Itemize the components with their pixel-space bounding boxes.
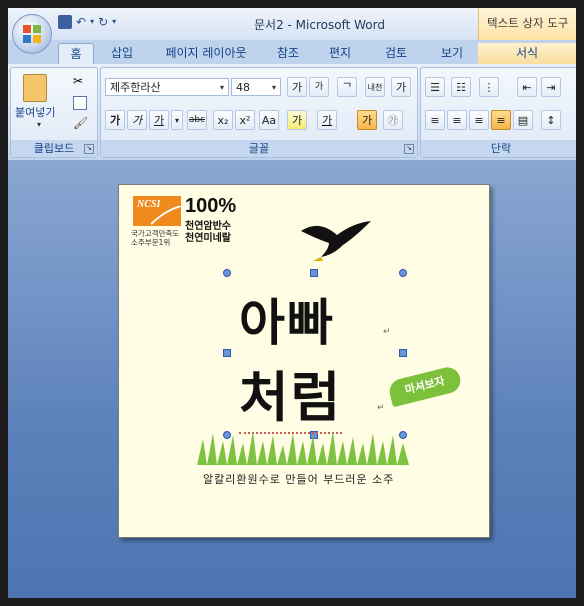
bottom-caption: 알칼리환원수로 만들어 부드러운 소주: [203, 473, 395, 486]
office-logo-icon: [23, 25, 41, 43]
ncsi-caption-line1: 국가고객만족도: [131, 229, 180, 238]
tagline: 천연암반수 천연미네랄: [185, 221, 231, 245]
tab-format[interactable]: 서식: [478, 43, 576, 64]
grass-decoration: [197, 431, 409, 465]
copy-icon[interactable]: [73, 96, 87, 110]
multilevel-list-icon[interactable]: ⋮: [479, 77, 499, 97]
font-size-value: 48: [236, 81, 250, 94]
phonetic-guide-button[interactable]: 내천: [365, 77, 385, 97]
character-shading-button[interactable]: 가: [357, 110, 377, 130]
highlight-color-button[interactable]: 가: [287, 110, 307, 130]
percent-text: 100%: [185, 195, 237, 217]
ncsi-logo: NCSI: [133, 196, 181, 226]
distributed-icon[interactable]: ▤: [513, 110, 533, 130]
headline-line1[interactable]: 아빠: [239, 283, 335, 355]
tab-references[interactable]: 참조: [272, 43, 304, 64]
clear-format-icon[interactable]: ᄀ: [337, 77, 357, 97]
numbering-icon[interactable]: ☷: [451, 77, 471, 97]
quick-access-toolbar: ↶ ▾ ↻ ▾: [58, 14, 116, 30]
align-right-icon[interactable]: ≡: [469, 110, 489, 130]
font-dialog-launcher-icon[interactable]: ↘: [404, 144, 414, 154]
clipboard-dialog-launcher-icon[interactable]: ↘: [84, 144, 94, 154]
tagline-line1: 천연암반수: [185, 221, 231, 232]
headline-line2[interactable]: 처럼: [239, 353, 343, 434]
resize-handle-top-left[interactable]: [223, 269, 231, 277]
paste-button-label[interactable]: 붙여넣기: [15, 104, 55, 120]
office-button[interactable]: [12, 14, 52, 54]
document-area: NCSI 국가고객만족도 소주부문1위 100% 천연암반수 천연미네랄 아빠 …: [8, 160, 576, 598]
context-tool-title: 텍스트 상자 도구: [478, 8, 576, 40]
paste-icon[interactable]: [23, 74, 47, 102]
tab-review[interactable]: 검토: [380, 43, 412, 64]
ncsi-caption-line2: 소주부문1위: [131, 238, 171, 247]
font-name-value: 제주한라산: [110, 81, 161, 94]
paragraph-group: ☰ ☷ ⋮ ⇤ ⇥ ≡ ≡ ≡ ≡ ▤ ↕ 단락: [420, 67, 576, 158]
decrease-indent-icon[interactable]: ⇤: [517, 77, 537, 97]
cut-icon[interactable]: ✂: [73, 74, 83, 88]
font-group-label: 글꼴: [101, 140, 417, 157]
font-color-button[interactable]: 가: [317, 110, 337, 130]
redo-icon[interactable]: ↻: [98, 14, 108, 30]
paragraph-group-label: 단락: [421, 140, 576, 157]
ncsi-swoosh-icon: [151, 206, 181, 225]
ribbon-tabs: 홈 삽입 페이지 레이아웃 참조 편지 검토 보기 서식: [8, 40, 576, 65]
save-icon[interactable]: [58, 15, 72, 29]
tagline-line2: 천연미네랄: [185, 233, 231, 244]
shrink-font-button[interactable]: 가: [309, 77, 329, 97]
increase-indent-icon[interactable]: ⇥: [541, 77, 561, 97]
format-painter-icon[interactable]: 🖌: [73, 116, 88, 130]
title-bar: ↶ ▾ ↻ ▾ 문서2 - Microsoft Word 텍스트 상자 도구: [8, 8, 576, 40]
undo-dropdown-icon[interactable]: ▾: [90, 14, 94, 30]
document-page[interactable]: NCSI 국가고객만족도 소주부문1위 100% 천연암반수 천연미네랄 아빠 …: [118, 184, 490, 538]
resize-handle-right[interactable]: [399, 349, 407, 357]
bold-button[interactable]: 가: [105, 110, 125, 130]
superscript-button[interactable]: x²: [235, 110, 255, 130]
font-size-dropdown-icon[interactable]: ▾: [268, 79, 280, 95]
font-name-dropdown-icon[interactable]: ▾: [216, 79, 228, 95]
tab-page-layout[interactable]: 페이지 레이아웃: [156, 43, 256, 64]
change-case-button[interactable]: Aa: [259, 110, 279, 130]
paragraph-mark-icon-2: ↵: [377, 403, 385, 413]
tab-view[interactable]: 보기: [432, 43, 472, 64]
underline-dropdown-icon[interactable]: ▾: [171, 110, 183, 130]
grow-font-button[interactable]: 가: [287, 77, 307, 97]
justify-icon[interactable]: ≡: [491, 110, 511, 130]
undo-icon[interactable]: ↶: [76, 14, 86, 30]
bullets-icon[interactable]: ☰: [425, 77, 445, 97]
clipboard-group: 붙여넣기 ▾ ✂ 🖌 클립보드 ↘: [10, 67, 98, 158]
line-spacing-icon[interactable]: ↕: [541, 110, 561, 130]
tab-home[interactable]: 홈: [58, 43, 94, 65]
enclose-characters-button[interactable]: ㉮: [383, 110, 403, 130]
ncsi-caption: 국가고객만족도 소주부문1위: [131, 229, 179, 247]
drink-badge: 마셔보자: [386, 364, 464, 408]
font-name-combo[interactable]: 제주한라산 ▾: [105, 78, 229, 96]
font-size-combo[interactable]: 48 ▾: [231, 78, 281, 96]
strikethrough-button[interactable]: abc: [187, 110, 207, 130]
bird-icon: [301, 221, 371, 261]
character-border-button[interactable]: 가: [391, 77, 411, 97]
align-left-icon[interactable]: ≡: [425, 110, 445, 130]
window-title: 문서2 - Microsoft Word: [254, 18, 385, 32]
tab-mailings[interactable]: 편지: [324, 43, 356, 64]
tab-insert[interactable]: 삽입: [104, 43, 140, 64]
resize-handle-top[interactable]: [310, 269, 318, 277]
italic-button[interactable]: 가: [127, 110, 147, 130]
align-center-icon[interactable]: ≡: [447, 110, 467, 130]
underline-button[interactable]: 가: [149, 110, 169, 130]
paste-dropdown-icon[interactable]: ▾: [37, 120, 41, 129]
font-group: 제주한라산 ▾ 48 ▾ 가 가 ᄀ 내천 가 가 가 가 ▾ abc x₂ x…: [100, 67, 418, 158]
subscript-button[interactable]: x₂: [213, 110, 233, 130]
qat-customize-icon[interactable]: ▾: [112, 14, 116, 30]
paragraph-mark-icon: ↵: [383, 327, 391, 337]
resize-handle-left[interactable]: [223, 349, 231, 357]
ribbon: 붙여넣기 ▾ ✂ 🖌 클립보드 ↘ 제주한라산 ▾ 48 ▾ 가 가 ᄀ 내천 …: [8, 64, 576, 161]
word-window: ↶ ▾ ↻ ▾ 문서2 - Microsoft Word 텍스트 상자 도구 홈…: [8, 8, 576, 598]
resize-handle-top-right[interactable]: [399, 269, 407, 277]
